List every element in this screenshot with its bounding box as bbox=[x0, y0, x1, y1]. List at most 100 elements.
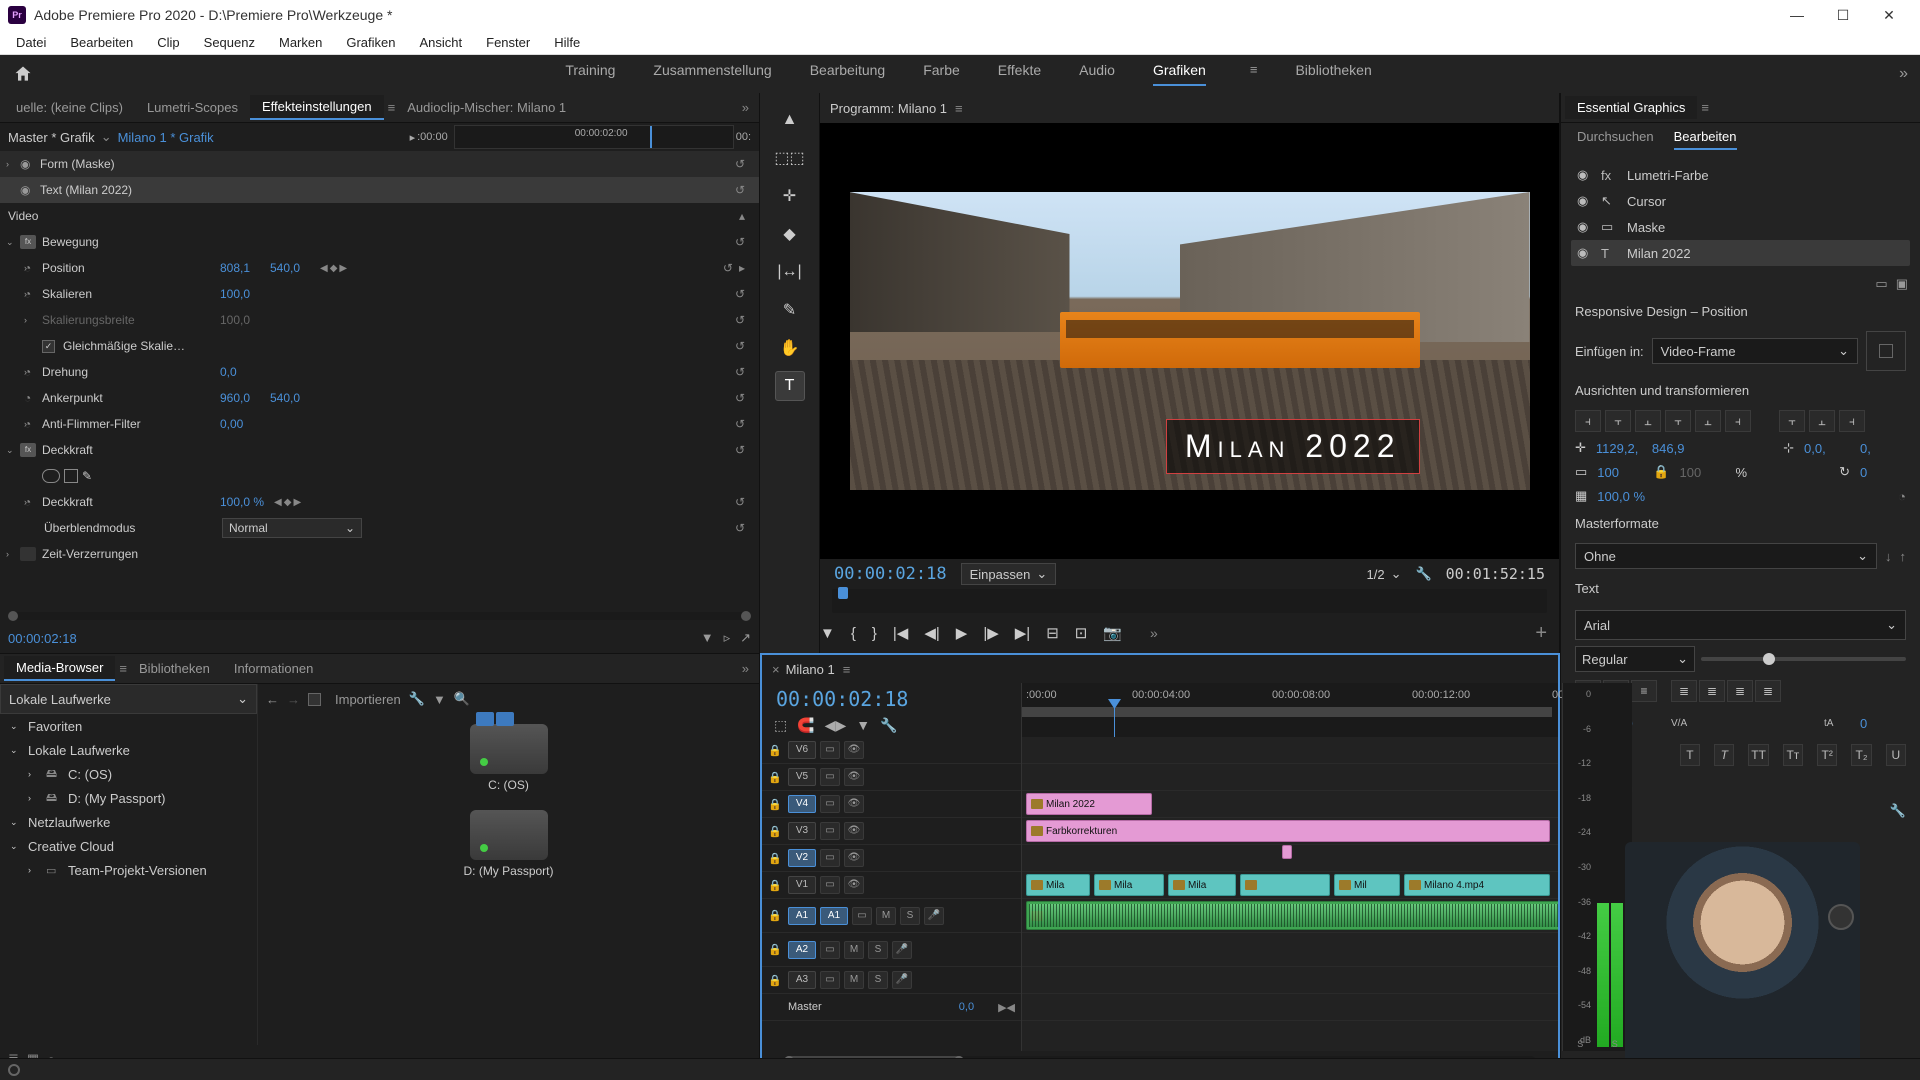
reset-icon[interactable]: ↺ bbox=[735, 495, 745, 509]
uniform-scale-checkbox[interactable]: ✓ bbox=[42, 340, 55, 353]
link-icon[interactable]: 🔒 bbox=[1653, 464, 1669, 480]
ec-form-mask[interactable]: Form (Maske) bbox=[38, 157, 218, 171]
align-hcenter-icon[interactable]: ⫟ bbox=[1605, 410, 1631, 432]
visibility-icon[interactable]: ◉ bbox=[20, 183, 36, 197]
track-toggle[interactable]: ▭ bbox=[820, 768, 840, 786]
solo-button[interactable]: S bbox=[868, 971, 888, 989]
sequence-name[interactable]: Milano 1 bbox=[786, 662, 835, 677]
eg-tab-edit[interactable]: Bearbeiten bbox=[1674, 129, 1737, 150]
panel-expand-icon[interactable]: » bbox=[736, 100, 755, 115]
tree-favoriten[interactable]: Favoriten bbox=[28, 719, 82, 734]
tree-lokale[interactable]: Lokale Laufwerke bbox=[28, 743, 130, 758]
solo-button[interactable]: S bbox=[868, 941, 888, 959]
clip-v1-1[interactable]: Mila bbox=[1026, 874, 1090, 896]
ws-overflow-icon[interactable]: » bbox=[1899, 65, 1908, 83]
panel-menu-icon[interactable]: ≡ bbox=[843, 662, 851, 677]
voice-over-icon[interactable]: 🎤 bbox=[892, 971, 912, 989]
program-viewport[interactable]: Milan 2022 bbox=[850, 150, 1530, 532]
reset-icon[interactable]: ↺ bbox=[735, 183, 745, 197]
track-visibility-icon[interactable]: 👁 bbox=[844, 768, 864, 786]
reset-icon[interactable]: ↺ bbox=[735, 339, 745, 353]
timeline-ruler[interactable]: :00:00 00:00:04:00 00:00:08:00 00:00:12:… bbox=[1022, 683, 1558, 737]
ws-bearbeitung[interactable]: Bearbeitung bbox=[810, 62, 886, 86]
import-checkbox[interactable] bbox=[308, 693, 321, 706]
clip-v1-6[interactable]: Milano 4.mp4 bbox=[1404, 874, 1550, 896]
nav-back-icon[interactable]: ← bbox=[266, 692, 279, 707]
chevron-down-icon[interactable]: ⌄ bbox=[101, 129, 112, 145]
title-text-overlay[interactable]: Milan 2022 bbox=[1166, 419, 1420, 474]
track-toggle[interactable]: ▭ bbox=[852, 907, 872, 925]
tab-menu-icon[interactable]: ≡ bbox=[388, 100, 396, 115]
menu-datei[interactable]: Datei bbox=[6, 32, 56, 53]
align-top-icon[interactable]: ⫟ bbox=[1665, 410, 1691, 432]
ec-anim-toggle-icon[interactable]: ▸ bbox=[410, 131, 416, 144]
eg-opacity[interactable]: 100,0 % bbox=[1597, 489, 1645, 504]
home-icon[interactable] bbox=[12, 64, 34, 84]
ws-grafiken[interactable]: Grafiken bbox=[1153, 62, 1206, 86]
track-target-v5[interactable]: V5 bbox=[788, 768, 816, 786]
track-target-a3[interactable]: A3 bbox=[788, 971, 816, 989]
go-to-out-icon[interactable]: ▶| bbox=[1015, 624, 1030, 642]
track-target-v1[interactable]: V1 bbox=[788, 876, 816, 894]
lock-icon[interactable]: 🔒 bbox=[768, 943, 784, 956]
resolution-select[interactable]: 1/2⌄ bbox=[1366, 566, 1401, 582]
pull-style-icon[interactable]: ↑ bbox=[1900, 549, 1907, 564]
go-to-in-icon[interactable]: |◀ bbox=[893, 624, 908, 642]
pin-widget[interactable] bbox=[1866, 331, 1906, 371]
reset-icon[interactable]: ↺ bbox=[735, 443, 745, 457]
track-target-v6[interactable]: V6 bbox=[788, 741, 816, 759]
track-v2[interactable] bbox=[1022, 845, 1558, 872]
add-marker-icon[interactable]: ▼ bbox=[820, 625, 835, 642]
step-forward-icon[interactable]: |▶ bbox=[983, 624, 998, 642]
zoom-select[interactable]: Einpassen⌄ bbox=[961, 563, 1057, 585]
eg-rotation[interactable]: 0 bbox=[1860, 465, 1906, 480]
lock-icon[interactable]: 🔒 bbox=[768, 825, 784, 838]
play-icon[interactable]: ▶ bbox=[956, 624, 968, 642]
program-current-time[interactable]: 00:00:02:18 bbox=[834, 564, 947, 584]
track-visibility-icon[interactable]: 👁 bbox=[844, 795, 864, 813]
track-target-a2[interactable]: A2 bbox=[788, 941, 816, 959]
button-editor-icon[interactable]: + bbox=[1535, 622, 1559, 645]
tree-drive-c[interactable]: C: (OS) bbox=[68, 767, 112, 782]
text-align-right-icon[interactable]: ≡ bbox=[1631, 680, 1657, 702]
text-justify3-icon[interactable]: ≣ bbox=[1727, 680, 1753, 702]
track-a2[interactable] bbox=[1022, 933, 1558, 967]
next-key-icon[interactable]: ▶ bbox=[339, 263, 347, 274]
track-toggle[interactable]: ▭ bbox=[820, 876, 840, 894]
settings-icon[interactable]: 🔧 bbox=[1415, 566, 1431, 582]
ec-drehung-value[interactable]: 0,0 bbox=[220, 365, 270, 379]
type-tool[interactable]: T bbox=[775, 371, 805, 401]
reset-icon[interactable]: ↺ bbox=[735, 287, 745, 301]
drive-select[interactable]: Lokale Laufwerke⌄ bbox=[0, 684, 257, 714]
tab-effekteinstellungen[interactable]: Effekteinstellungen bbox=[250, 95, 384, 120]
ws-bibliotheken[interactable]: Bibliotheken bbox=[1295, 62, 1371, 86]
ws-audio[interactable]: Audio bbox=[1079, 62, 1115, 86]
lock-icon[interactable]: 🔒 bbox=[768, 798, 784, 811]
stopwatch-icon[interactable]: ◔ bbox=[24, 417, 40, 431]
mute-button[interactable]: M bbox=[876, 907, 896, 925]
tree-team-projekt[interactable]: Team-Projekt-Versionen bbox=[68, 863, 207, 878]
tl-settings-icon[interactable]: ▼ bbox=[856, 717, 870, 734]
ec-deckkraft-value[interactable]: 100,0 % bbox=[220, 495, 274, 509]
clip-v1-2[interactable]: Mila bbox=[1094, 874, 1164, 896]
track-v5[interactable] bbox=[1022, 764, 1558, 791]
clip-farbkorrekturen[interactable]: Farbkorrekturen bbox=[1026, 820, 1550, 842]
extract-icon[interactable]: ⊡ bbox=[1075, 624, 1088, 642]
close-button[interactable]: ✕ bbox=[1866, 0, 1912, 30]
solo-button[interactable]: S bbox=[900, 907, 920, 925]
allcaps-icon[interactable]: TT bbox=[1748, 744, 1768, 766]
text-justify-icon[interactable]: ≣ bbox=[1671, 680, 1697, 702]
clip-v1-4[interactable] bbox=[1240, 874, 1330, 896]
eg-layer-maske[interactable]: ◉▭Maske bbox=[1571, 214, 1910, 240]
fx-badge-icon[interactable]: fx bbox=[20, 443, 36, 457]
eg-layer-cursor[interactable]: ◉↖Cursor bbox=[1571, 188, 1910, 214]
filter-icon[interactable]: ▼ bbox=[433, 692, 446, 707]
ec-antiflimmer-value[interactable]: 0,00 bbox=[220, 417, 270, 431]
pen-mask-icon[interactable]: ✎ bbox=[82, 469, 92, 483]
menu-ansicht[interactable]: Ansicht bbox=[409, 32, 472, 53]
stopwatch-icon[interactable]: ◔ bbox=[24, 391, 40, 405]
reset-icon[interactable]: ↺ bbox=[735, 417, 745, 431]
track-a3[interactable] bbox=[1022, 967, 1558, 994]
search-icon[interactable]: 🔍 bbox=[454, 691, 470, 707]
master-level[interactable]: 0,0 bbox=[959, 1001, 974, 1013]
